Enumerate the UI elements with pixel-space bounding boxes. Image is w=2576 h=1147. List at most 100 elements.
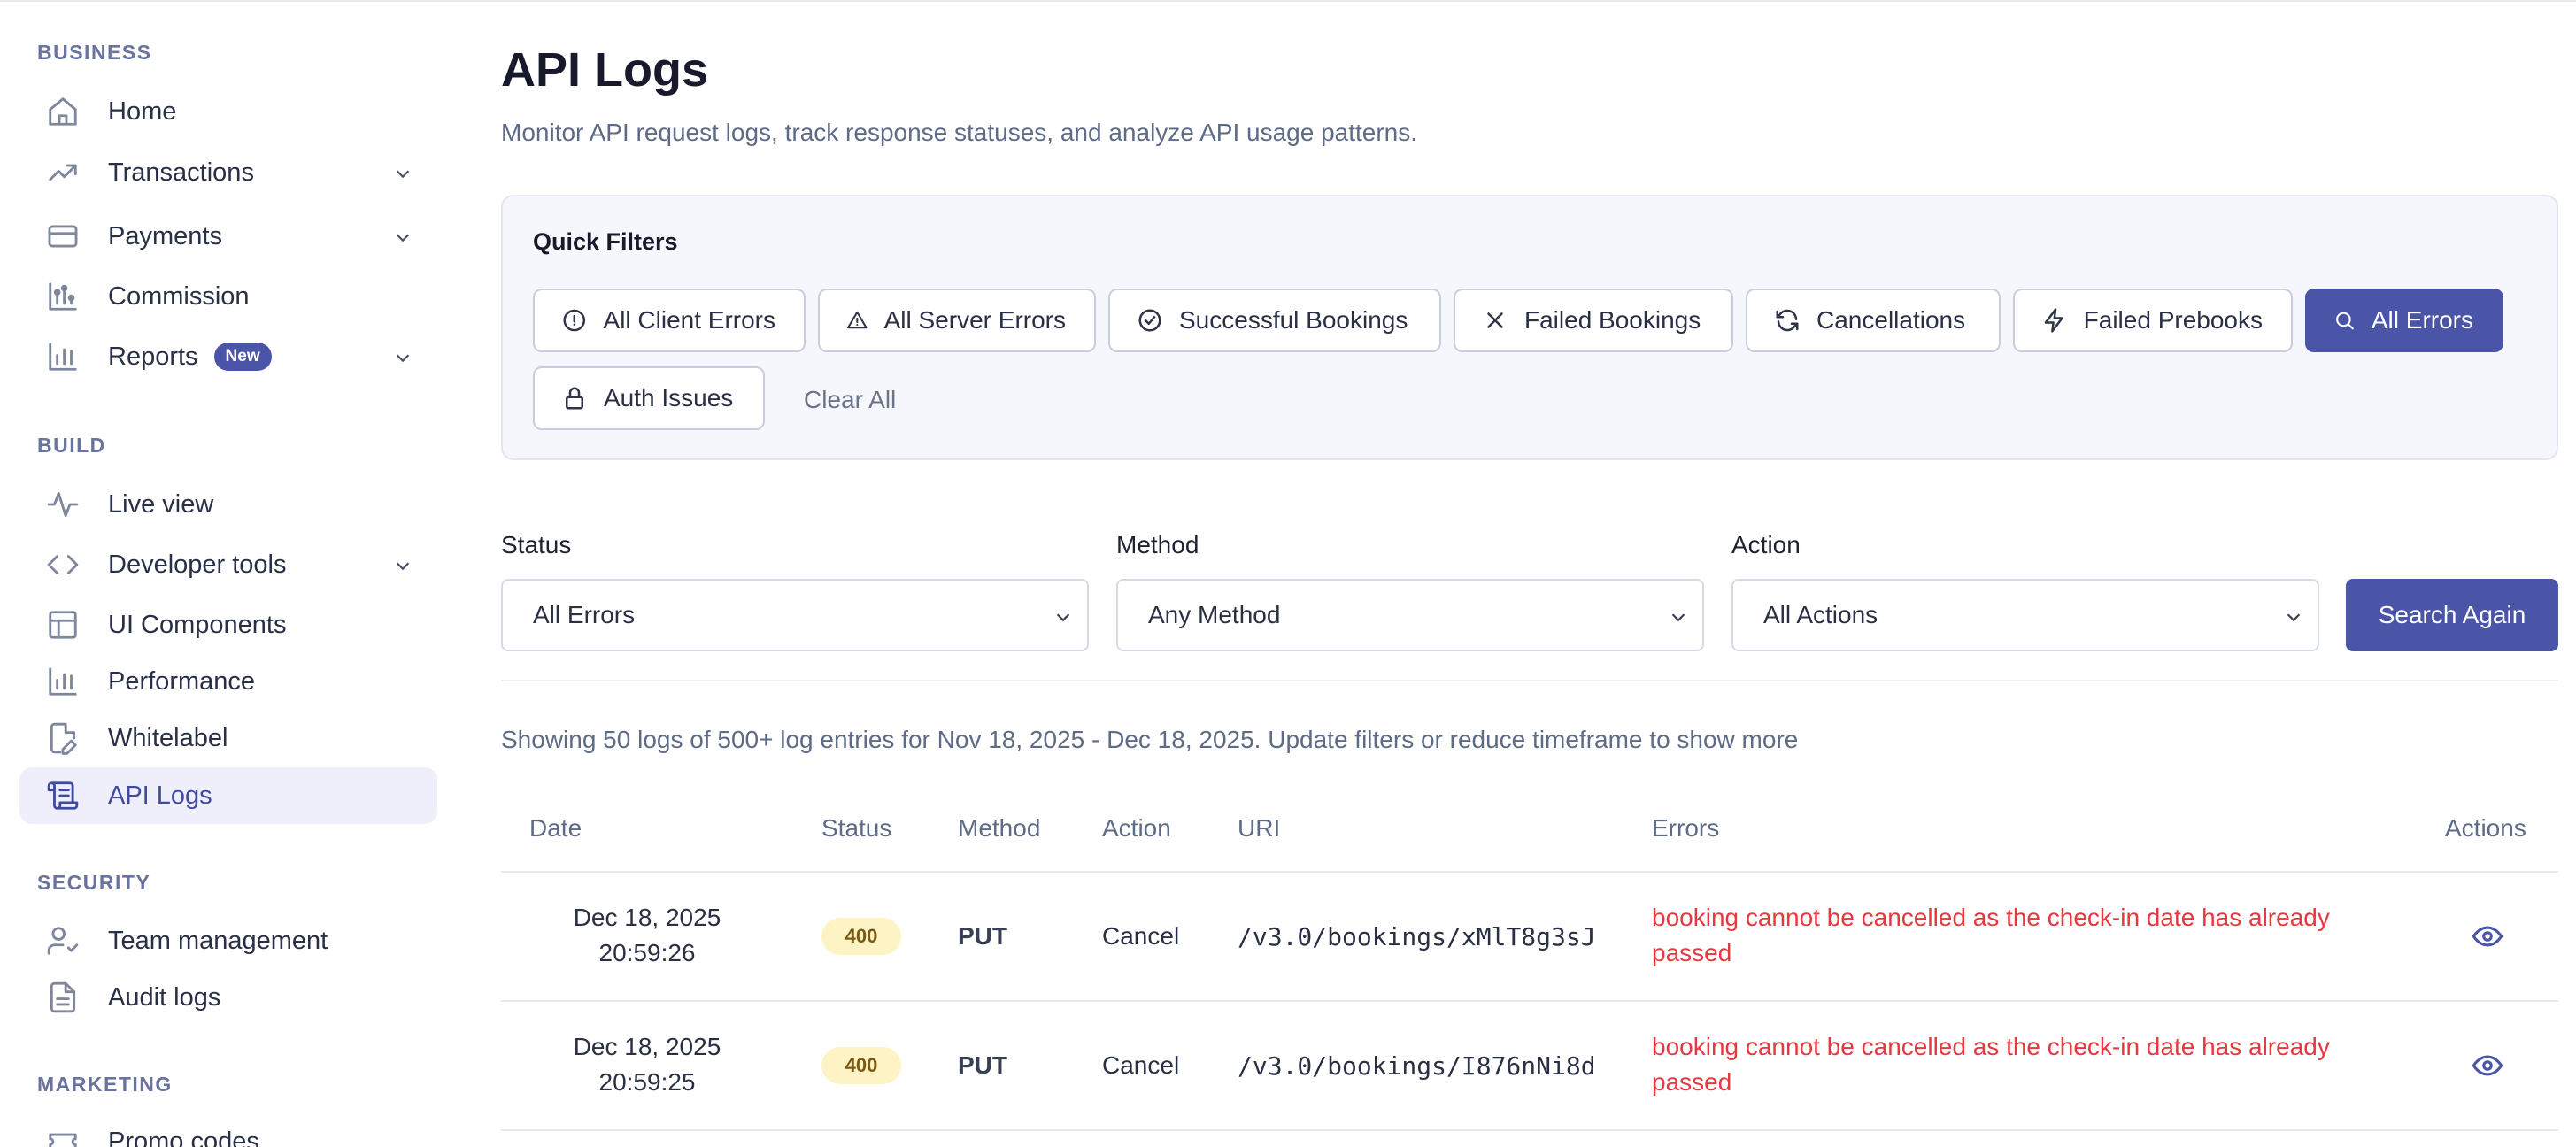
- row-method: PUT: [958, 1051, 1007, 1079]
- sidebar-item-reports[interactable]: Reports New: [19, 328, 437, 385]
- clear-all-button[interactable]: Clear All: [804, 386, 896, 414]
- sidebar-item-label: Promo codes: [108, 1127, 259, 1147]
- action-select-value: All Actions: [1763, 601, 1878, 628]
- view-details-button[interactable]: [2472, 1051, 2503, 1081]
- status-select-value: All Errors: [533, 601, 636, 628]
- sidebar-heading-build: BUILD: [37, 434, 106, 457]
- x-icon: [1487, 312, 1503, 328]
- column-header-errors[interactable]: Errors: [1652, 814, 1719, 843]
- chip-failed-bookings[interactable]: Failed Bookings: [1454, 289, 1733, 352]
- chevron-down-icon[interactable]: [393, 556, 413, 575]
- status-select[interactable]: All Errors: [501, 579, 1089, 651]
- column-header-uri[interactable]: URI: [1238, 814, 1280, 843]
- check-circle-icon: [1138, 309, 1161, 332]
- chip-all-server-errors[interactable]: All Server Errors: [818, 289, 1096, 352]
- method-select[interactable]: Any Method: [1116, 579, 1704, 651]
- row-date-time: 20:59:25: [598, 1068, 696, 1096]
- chip-all-client-errors[interactable]: All Client Errors: [533, 289, 806, 352]
- sidebar-item-ui-components[interactable]: UI Components: [19, 597, 437, 653]
- sidebar: BUSINESS Home Transactions Payments Comm…: [0, 2, 460, 1147]
- trending-up-icon: [44, 154, 81, 191]
- chevron-down-icon: [2287, 613, 2301, 622]
- page-subtitle: Monitor API request logs, track response…: [501, 119, 1418, 146]
- sidebar-item-team-management[interactable]: Team management: [19, 912, 437, 969]
- sidebar-item-whitelabel[interactable]: Whitelabel: [19, 710, 437, 766]
- chip-label: Successful Bookings: [1179, 306, 1408, 334]
- column-header-method[interactable]: Method: [958, 814, 1040, 843]
- sidebar-item-commission[interactable]: Commission: [19, 268, 437, 325]
- sidebar-item-label: Home: [108, 96, 177, 126]
- sidebar-item-transactions[interactable]: Transactions: [19, 144, 437, 201]
- row-uri: /v3.0/bookings/I876nNi8d: [1238, 1051, 1596, 1081]
- alert-circle-icon: [563, 309, 586, 332]
- chip-label: Failed Prebooks: [2083, 306, 2263, 334]
- sidebar-item-api-logs[interactable]: API Logs: [19, 767, 437, 824]
- chip-failed-prebooks[interactable]: Failed Prebooks: [2013, 289, 2293, 352]
- row-uri: /v3.0/bookings/xMlT8g3sJ: [1238, 922, 1596, 951]
- view-details-button[interactable]: [2472, 921, 2503, 951]
- row-action: Cancel: [1102, 1051, 1180, 1079]
- sidebar-item-label: Live view: [108, 489, 214, 519]
- chevron-down-icon[interactable]: [393, 164, 413, 183]
- bar-chart-icon: [44, 663, 81, 700]
- column-header-date[interactable]: Date: [529, 814, 582, 843]
- chip-cancellations[interactable]: Cancellations: [1746, 289, 2001, 352]
- sidebar-item-payments[interactable]: Payments: [19, 208, 437, 265]
- scroll-icon: [44, 777, 81, 814]
- chip-auth-issues[interactable]: Auth Issues: [533, 366, 765, 430]
- ticket-icon: [44, 1123, 81, 1147]
- sidebar-item-label: Payments: [108, 221, 222, 250]
- column-header-status[interactable]: Status: [821, 814, 891, 843]
- chip-label: All Server Errors: [883, 306, 1066, 334]
- chevron-down-icon: [1671, 613, 1685, 622]
- chevron-down-icon[interactable]: [393, 348, 413, 367]
- sidebar-item-label: Audit logs: [108, 982, 221, 1012]
- row-date-day: Dec 18, 2025: [573, 904, 721, 931]
- status-badge: 400: [821, 1047, 901, 1084]
- row-divider: [501, 1000, 2558, 1002]
- action-filter-label: Action: [1731, 531, 1801, 558]
- quick-filters-panel: Quick Filters All Client Errors All Serv…: [501, 195, 2558, 460]
- alert-triangle-icon: [847, 311, 868, 329]
- chip-label: Auth Issues: [604, 384, 734, 412]
- row-error: booking cannot be cancelled as the check…: [1652, 1033, 2330, 1096]
- sidebar-item-live-view[interactable]: Live view: [19, 476, 437, 533]
- method-select-value: Any Method: [1148, 601, 1281, 628]
- column-header-action[interactable]: Action: [1102, 814, 1171, 843]
- sidebar-item-label: Team management: [108, 926, 328, 955]
- sidebar-item-label: Commission: [108, 281, 250, 311]
- row-date: Dec 18, 2025 20:59:26: [559, 900, 736, 971]
- chip-label: Cancellations: [1816, 306, 1966, 334]
- chevron-down-icon: [1056, 613, 1070, 622]
- credit-card-icon: [44, 218, 81, 255]
- action-select[interactable]: All Actions: [1731, 579, 2319, 651]
- row-date: Dec 18, 2025 20:59:25: [559, 1029, 736, 1100]
- page-title: API Logs: [501, 43, 709, 96]
- lock-icon: [566, 387, 583, 410]
- sidebar-item-home[interactable]: Home: [19, 83, 437, 140]
- status-filter-label: Status: [501, 531, 572, 558]
- table-header-divider: [501, 871, 2558, 873]
- status-badge: 400: [821, 918, 901, 955]
- sidebar-item-promo-codes[interactable]: Promo codes: [19, 1113, 437, 1147]
- commission-icon: [44, 278, 81, 315]
- sidebar-item-label: Performance: [108, 666, 256, 696]
- sidebar-heading-marketing: MARKETING: [37, 1073, 173, 1096]
- search-again-button[interactable]: Search Again: [2346, 579, 2558, 651]
- chip-successful-bookings[interactable]: Successful Bookings: [1108, 289, 1441, 352]
- sidebar-item-label: Transactions: [108, 158, 254, 187]
- sidebar-heading-business: BUSINESS: [37, 41, 152, 64]
- quick-filters-title: Quick Filters: [533, 228, 678, 255]
- refresh-icon: [1776, 309, 1799, 332]
- sidebar-item-label: API Logs: [108, 781, 212, 810]
- chip-label: All Client Errors: [603, 306, 775, 334]
- sidebar-item-performance[interactable]: Performance: [19, 653, 437, 710]
- sidebar-item-developer-tools[interactable]: Developer tools: [19, 536, 437, 593]
- chip-all-errors[interactable]: All Errors: [2305, 289, 2503, 352]
- chevron-down-icon[interactable]: [393, 227, 413, 247]
- home-icon: [44, 93, 81, 130]
- sidebar-item-audit-logs[interactable]: Audit logs: [19, 969, 437, 1026]
- sidebar-item-label: Developer tools: [108, 550, 287, 579]
- column-header-actions: Actions: [2445, 814, 2526, 842]
- eye-icon: [2472, 1055, 2503, 1076]
